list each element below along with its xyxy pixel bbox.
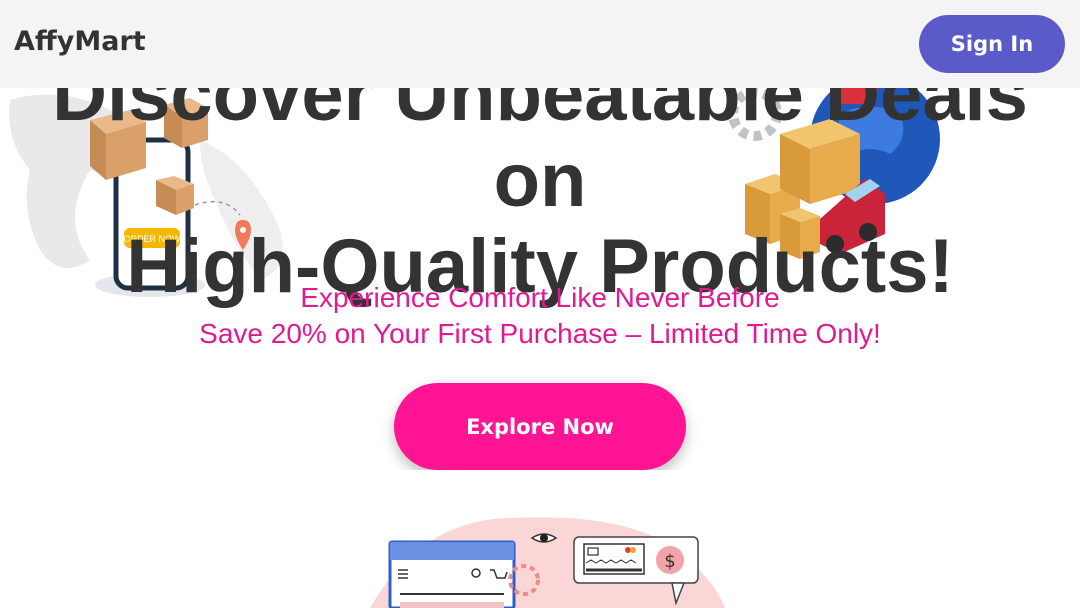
dollar-icon: $ <box>664 551 675 572</box>
brand-logo[interactable]: AffyMart <box>14 26 146 57</box>
hero-heading: Discover Unbeatable Deals on High-Qualit… <box>0 52 1080 310</box>
online-shopping-illustration: $ <box>370 517 725 608</box>
hero-subtitle-1: Experience Comfort Like Never Before <box>300 282 780 313</box>
sign-in-button[interactable]: Sign In <box>919 15 1065 73</box>
explore-now-button[interactable]: Explore Now <box>394 383 686 470</box>
hero-subtitle-2: Save 20% on Your First Purchase – Limite… <box>199 318 881 349</box>
navbar: AffyMart Sign In <box>0 0 1080 88</box>
